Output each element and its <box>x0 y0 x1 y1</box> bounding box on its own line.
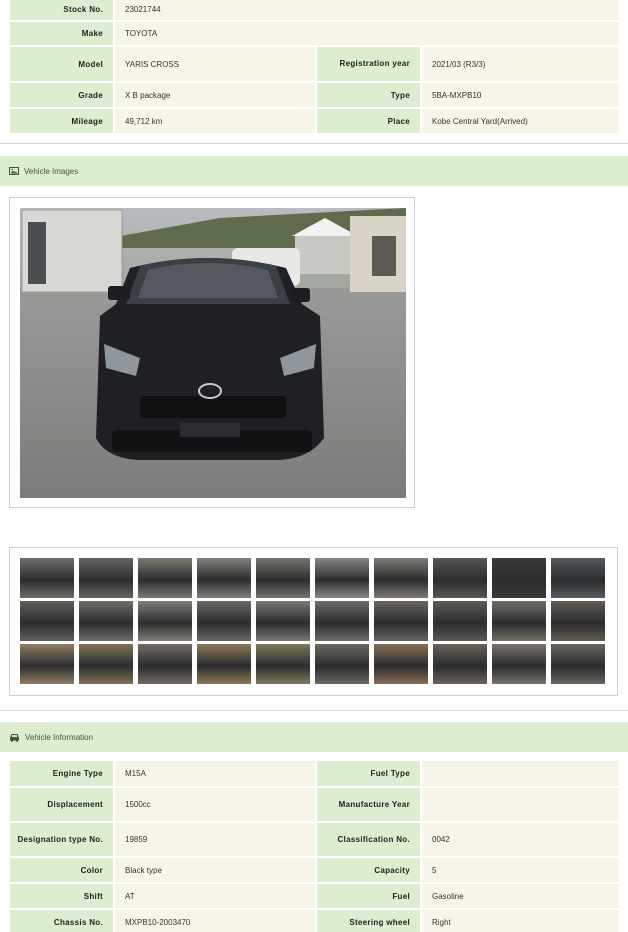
capacity-value: 5 <box>422 858 619 882</box>
capacity-label: Capacity <box>317 858 420 882</box>
registration-year-value: 2021/03 (R3/3) <box>422 47 619 81</box>
chassis-no-value: MXPB10-2003470 <box>115 910 315 932</box>
classification-label: Classification No. <box>317 823 420 856</box>
mileage-label: Mileage <box>10 109 113 133</box>
make-value: TOYOTA <box>115 22 619 45</box>
color-value: Black type <box>115 858 315 882</box>
type-value: 5BA-MXPB10 <box>422 83 619 107</box>
thumbnail-image[interactable] <box>433 558 487 598</box>
shift-label: Shift <box>10 884 113 908</box>
designation-type-label: Designation type No. <box>10 823 113 856</box>
manufacture-year-label: Manufacture Year <box>317 788 420 821</box>
displacement-label: Displacement <box>10 788 113 821</box>
thumbnail-image[interactable] <box>197 601 251 641</box>
thumbnail-image[interactable] <box>197 644 251 684</box>
thumbnail-image[interactable] <box>138 644 192 684</box>
thumbnail-image[interactable] <box>79 601 133 641</box>
thumbnail-image[interactable] <box>197 558 251 598</box>
mileage-value: 49,712 km <box>115 109 315 133</box>
model-label: Model <box>10 47 113 81</box>
thumbnail-image[interactable] <box>492 644 546 684</box>
main-vehicle-photo[interactable] <box>20 208 406 498</box>
fuel-type-label: Fuel Type <box>317 761 420 786</box>
thumbnail-image[interactable] <box>138 558 192 598</box>
thumbnail-image[interactable] <box>374 558 428 598</box>
thumbnail-image[interactable] <box>433 644 487 684</box>
thumbnail-image[interactable] <box>256 558 310 598</box>
thumbnail-image[interactable] <box>315 558 369 598</box>
fuel-value: Gasoline <box>422 884 619 908</box>
divider <box>0 143 628 144</box>
manufacture-year-value <box>422 788 619 821</box>
place-label: Place <box>317 109 420 133</box>
registration-year-label: Registration year <box>317 47 420 81</box>
thumbnail-image[interactable] <box>551 644 605 684</box>
divider <box>0 710 628 711</box>
engine-type-value: M15A <box>115 761 315 786</box>
thumbnail-image[interactable] <box>79 558 133 598</box>
model-value: YARIS CROSS <box>115 47 315 81</box>
thumbnail-image[interactable] <box>492 558 546 598</box>
shift-value: AT <box>115 884 315 908</box>
thumbnail-image[interactable] <box>256 601 310 641</box>
thumbnail-image[interactable] <box>20 601 74 641</box>
vehicle-information-header: Vehicle Information <box>0 722 628 752</box>
image-icon <box>9 167 19 175</box>
color-label: Color <box>10 858 113 882</box>
thumbnail-image[interactable] <box>551 601 605 641</box>
thumbnail-image[interactable] <box>374 601 428 641</box>
make-label: Make <box>10 22 113 45</box>
thumbnail-image[interactable] <box>20 558 74 598</box>
thumbnail-image[interactable] <box>138 601 192 641</box>
thumbnail-image[interactable] <box>315 601 369 641</box>
vehicle-information-title: Vehicle Information <box>25 732 94 742</box>
displacement-value: 1500cc <box>115 788 315 821</box>
chassis-no-label: Chassis No. <box>10 910 113 932</box>
classification-value: 0042 <box>422 823 619 856</box>
fuel-type-value <box>422 761 619 786</box>
grade-value: X B package <box>115 83 315 107</box>
stock-no-label: Stock No. <box>10 0 113 20</box>
grade-label: Grade <box>10 83 113 107</box>
type-label: Type <box>317 83 420 107</box>
steering-wheel-label: Steering wheel <box>317 910 420 932</box>
thumbnail-image[interactable] <box>433 601 487 641</box>
stock-no-value: 23021744 <box>115 0 619 20</box>
thumbnail-image[interactable] <box>551 558 605 598</box>
thumbnail-image[interactable] <box>374 644 428 684</box>
car-icon <box>9 733 20 742</box>
basic-spec-table: Stock No. 23021744 Make TOYOTA Model YAR… <box>8 0 621 135</box>
vehicle-images-header: Vehicle Images <box>0 156 628 186</box>
place-value: Kobe Central Yard(Arrived) <box>422 109 619 133</box>
fuel-label: Fuel <box>317 884 420 908</box>
thumbnail-image[interactable] <box>256 644 310 684</box>
thumbnail-image[interactable] <box>79 644 133 684</box>
main-photo-frame <box>9 197 415 508</box>
thumbnail-image[interactable] <box>315 644 369 684</box>
designation-type-value: 19859 <box>115 823 315 856</box>
thumbnail-gallery <box>9 547 618 696</box>
engine-type-label: Engine Type <box>10 761 113 786</box>
vehicle-info-table: Engine Type M15A Fuel Type Displacement … <box>8 759 621 932</box>
steering-wheel-value: Right <box>422 910 619 932</box>
vehicle-images-title: Vehicle Images <box>24 166 79 176</box>
thumbnail-image[interactable] <box>492 601 546 641</box>
thumbnail-image[interactable] <box>20 644 74 684</box>
